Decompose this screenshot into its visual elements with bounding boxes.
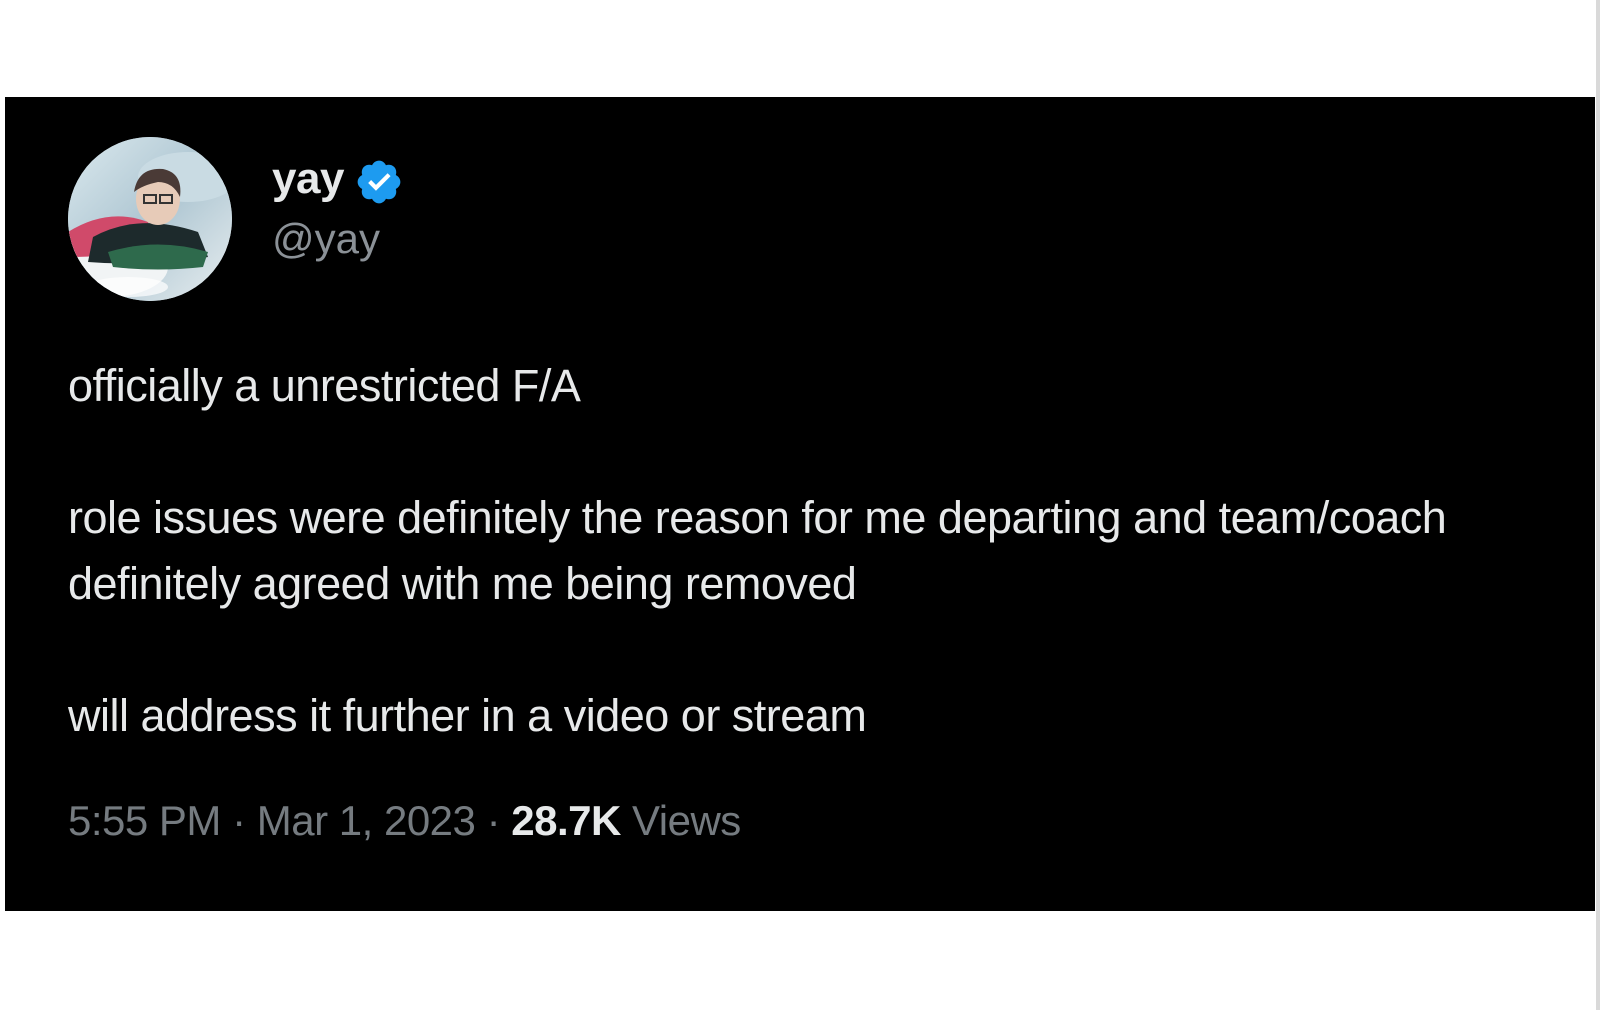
verified-badge-icon — [357, 160, 401, 204]
tweet-card[interactable]: yay @yay officially a unrestricted F/A r… — [5, 97, 1595, 911]
tweet-metadata: 5:55 PM · Mar 1, 2023 · 28.7K Views — [68, 797, 741, 845]
frame-border — [1596, 0, 1600, 1010]
meta-separator: · — [232, 797, 246, 844]
tweet-time[interactable]: 5:55 PM — [68, 797, 221, 844]
user-handle[interactable]: @yay — [272, 215, 404, 263]
profile-avatar[interactable] — [68, 137, 232, 301]
display-name-row: yay — [272, 149, 404, 209]
avatar-image — [68, 137, 232, 301]
tweet-paragraph: will address it further in a video or st… — [68, 690, 867, 741]
meta-separator: · — [486, 797, 501, 844]
tweet-paragraph: officially a unrestricted F/A — [68, 360, 581, 411]
display-name[interactable]: yay — [272, 154, 344, 204]
tweet-paragraph: role issues were definitely the reason f… — [68, 492, 1447, 609]
screenshot-frame: yay @yay officially a unrestricted F/A r… — [0, 0, 1600, 1010]
tweet-author: yay @yay — [272, 149, 404, 263]
tweet-date[interactable]: Mar 1, 2023 — [257, 797, 476, 844]
tweet-body: officially a unrestricted F/A role issue… — [68, 353, 1588, 749]
views-count[interactable]: 28.7K — [511, 797, 621, 844]
views-label: Views — [632, 797, 741, 844]
